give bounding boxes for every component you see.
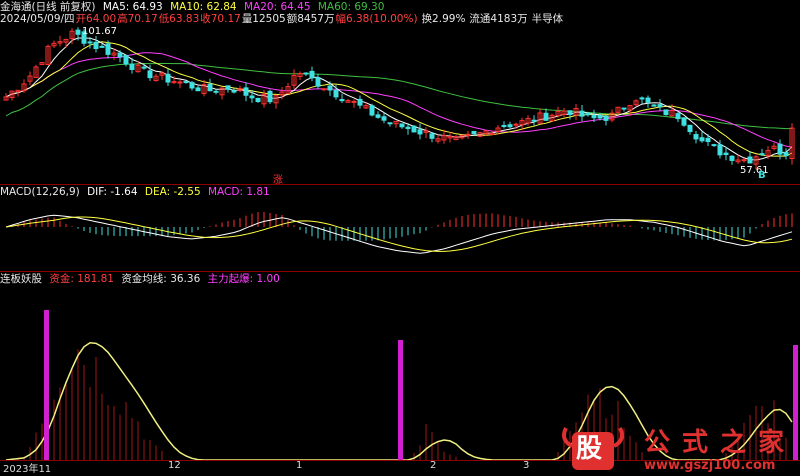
candle-body <box>99 45 105 48</box>
candle-body <box>489 132 495 135</box>
candle-body <box>783 152 789 157</box>
candle-body <box>189 82 195 89</box>
candle-body <box>681 117 687 126</box>
candle-body <box>531 119 537 122</box>
logo-c3: 式 <box>682 428 709 458</box>
candle-body <box>777 143 783 155</box>
candle-body <box>639 97 645 100</box>
candle-body <box>129 63 135 70</box>
candle-body <box>471 130 477 135</box>
high-price-label: 101.67 <box>82 26 117 37</box>
candle-body <box>351 100 357 103</box>
candle-body <box>417 129 423 135</box>
candle-body <box>165 73 171 83</box>
candle-body <box>603 115 609 121</box>
candle-body <box>369 105 375 116</box>
candle-body <box>207 83 213 92</box>
logo-url: www.gszj100.com <box>644 458 776 473</box>
candle-body <box>579 110 585 117</box>
candle-body <box>387 122 393 125</box>
candle-body <box>591 114 597 119</box>
candle-body <box>405 126 411 130</box>
x-axis-label-mar: 3 <box>523 460 530 471</box>
candle-body <box>87 41 93 44</box>
candle-body <box>501 125 507 128</box>
candle-body <box>123 54 129 65</box>
site-watermark: 股 公 式 之 家 www.gszj100.com <box>558 418 800 476</box>
candle-body <box>339 98 345 102</box>
candle-body <box>747 156 753 164</box>
candle-body <box>597 114 603 119</box>
candle-body <box>693 134 699 140</box>
candle-body <box>315 77 321 87</box>
macd-chart[interactable] <box>0 185 800 271</box>
candle-body <box>651 104 657 107</box>
candle-body <box>411 125 417 133</box>
candle-body <box>105 43 111 55</box>
macd-pane[interactable]: MACD(12,26,9) DIF: -1.64 DEA: -2.55 MACD… <box>0 185 800 271</box>
candle-body <box>381 116 387 121</box>
candle-body <box>309 70 315 79</box>
candle-body <box>147 70 153 79</box>
candle-body <box>303 72 309 75</box>
candle-body <box>717 144 723 156</box>
dea-line <box>5 216 793 252</box>
candle-body <box>75 29 81 35</box>
candle-body <box>177 81 183 84</box>
candlestick-chart[interactable] <box>0 0 800 184</box>
buy-marker: B <box>758 170 766 181</box>
x-axis-label-jan: 1 <box>296 460 303 471</box>
candle-body <box>357 98 363 106</box>
candle-body <box>327 85 333 91</box>
main-force-bar <box>398 340 403 460</box>
candle-body <box>375 114 381 118</box>
candle-body <box>321 88 327 91</box>
candle-body <box>195 87 201 92</box>
ma60-line <box>5 62 793 130</box>
candle-body <box>567 110 573 116</box>
candle-body <box>729 155 735 161</box>
price-pane[interactable]: 金海通(日线 前复权) MA5: 64.93 MA10: 62.84 MA20:… <box>0 0 800 186</box>
candle-body <box>117 52 123 58</box>
candle-body <box>249 95 255 99</box>
candle-body <box>225 85 231 90</box>
dif-line <box>5 214 793 254</box>
candle-body <box>699 137 705 142</box>
candle-body <box>183 81 189 84</box>
candle-body <box>507 124 513 128</box>
candle-body <box>543 112 549 121</box>
candle-body <box>255 97 261 103</box>
logo-c5: 家 <box>758 428 785 458</box>
candle-body <box>705 137 711 143</box>
candle-body <box>723 152 729 156</box>
candle-body <box>429 133 435 139</box>
candle-body <box>675 113 681 120</box>
main-force-bar <box>44 310 49 460</box>
candle-body <box>585 112 591 116</box>
candle-body <box>645 97 651 103</box>
candle-body <box>759 153 765 156</box>
candle-body <box>243 87 249 96</box>
ma20-line <box>5 52 793 148</box>
candle-body <box>621 107 627 110</box>
candle-body <box>141 66 147 69</box>
candle-body <box>333 89 339 98</box>
candle-body <box>399 123 405 128</box>
x-axis-label-nov: 2023年11 <box>3 464 52 475</box>
candle-body <box>267 90 273 103</box>
logo-c4: 之 <box>720 428 747 458</box>
logo-c2: 公 <box>644 428 671 458</box>
candle-body <box>687 124 693 133</box>
candle-body <box>93 41 99 50</box>
candle-body <box>513 123 519 126</box>
x-axis-label-dec: 12 <box>168 460 181 471</box>
candle-body <box>213 90 219 93</box>
candle-body <box>711 144 717 147</box>
candle-body <box>231 90 237 93</box>
x-axis-label-feb: 2 <box>430 460 437 471</box>
candle-body <box>663 109 669 116</box>
logo-gu: 股 <box>576 434 603 464</box>
candle-body <box>657 104 663 108</box>
